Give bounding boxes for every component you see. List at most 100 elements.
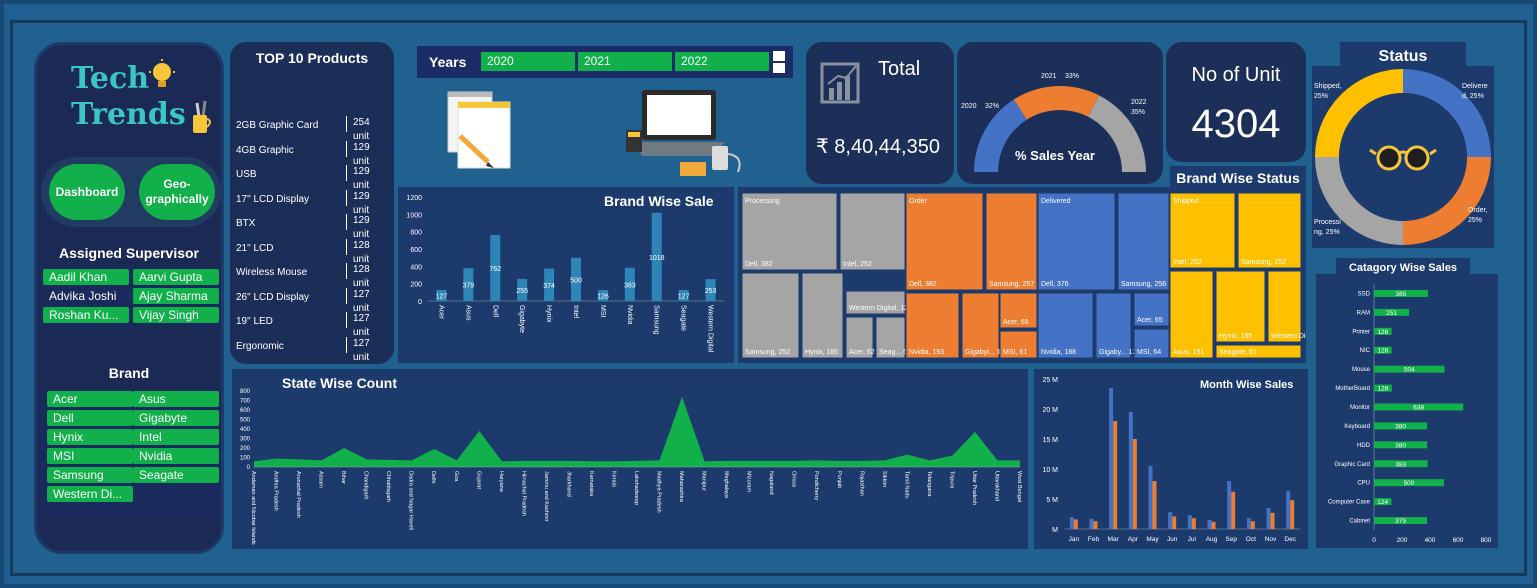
slicer-item-brand[interactable]: Gigabyte: [133, 410, 219, 426]
lightbulb-icon: [149, 59, 175, 87]
slicer-item-brand[interactable]: Seagate: [133, 467, 219, 483]
data-label: 380: [1395, 423, 1406, 430]
sales-year-title: % Sales Year: [1015, 148, 1095, 163]
x-tick-label: Aug: [1206, 536, 1218, 543]
units-label: No of Unit: [1191, 64, 1281, 86]
x-tick-label: Rajasthan: [858, 471, 864, 496]
y-tick-label: Monitor: [1350, 405, 1370, 411]
data-label: 638: [1413, 405, 1424, 412]
slicer-item-brand[interactable]: Samsung: [47, 467, 133, 483]
supervisor-slicer: Aadil Khan Aarvi Gupta Advika Joshi Ajay…: [39, 267, 221, 327]
y-tick-label: 700: [240, 399, 251, 405]
y-tick-label: RAM: [1357, 310, 1370, 316]
notepad-pencil-icon: [447, 91, 511, 169]
total-kpi-card: Total ₹ 8,40,44,350: [806, 42, 954, 184]
product-name: 26" LCD Display: [236, 291, 310, 303]
bar: [1191, 518, 1196, 529]
bar: [1290, 500, 1295, 529]
slicer-item-brand[interactable]: MSI: [47, 448, 133, 464]
x-tick-label: Chhattisgarh: [385, 471, 391, 502]
top-product-row: 19" LED 127 unit: [236, 312, 388, 338]
bar: [1172, 516, 1177, 529]
slicer-item-supervisor[interactable]: Aadil Khan: [43, 269, 129, 285]
treemap-cell-label: Hynix, 185: [805, 349, 838, 356]
slicer-item-supervisor[interactable]: Vijay Singh: [133, 307, 219, 323]
geographically-button[interactable]: Geo- graphically: [139, 164, 215, 220]
x-tick-label: Jun: [1167, 536, 1178, 543]
x-tick-label: Sep: [1225, 536, 1237, 543]
gauge-label-year: 2022: [1131, 99, 1147, 106]
treemap-cell: [801, 272, 844, 359]
year-option-2021[interactable]: 2021: [578, 52, 672, 71]
slicer-item-brand[interactable]: Intel: [133, 429, 219, 445]
status-label: Delivere: [1462, 83, 1488, 90]
y-tick-label: 15 M: [1042, 437, 1058, 444]
scroll-up-button[interactable]: [773, 51, 785, 61]
slicer-item-brand[interactable]: Acer: [47, 391, 133, 407]
supervisor-title: Assigned Supervisor: [58, 245, 200, 261]
bar: [1089, 518, 1094, 529]
top-product-row: 21" LCD 128 unit: [236, 238, 388, 265]
data-label: 762: [489, 266, 501, 273]
y-tick-label: MotherBoard: [1335, 386, 1370, 392]
x-tick-label: Goa: [453, 471, 459, 482]
slicer-item-brand[interactable]: Dell: [47, 410, 133, 426]
y-tick-label: NIC: [1360, 348, 1371, 354]
data-label: 500: [1404, 480, 1415, 487]
gauge-label-pct: 35%: [1131, 109, 1145, 116]
product-name: 19" LED: [236, 316, 273, 327]
x-tick-label: Chandigarh: [363, 471, 369, 499]
y-tick-label: 400: [240, 427, 251, 433]
top-product-row: 4GB Graphic 129 unit: [236, 140, 388, 167]
y-tick-label: 0: [418, 299, 422, 306]
status-label: 25%: [1314, 93, 1328, 100]
slicer-item-brand[interactable]: Hynix: [47, 429, 133, 445]
brand-status-title: Brand Wise Status: [1176, 170, 1300, 186]
treemap-cell-label: Nvidia, 193: [909, 349, 944, 356]
slicer-item-brand[interactable]: Western Di...: [47, 486, 133, 502]
x-tick-label: Himachal Pradesh: [520, 471, 526, 516]
x-tick-label: Jul: [1188, 536, 1197, 543]
x-tick-label: Uttarakhand: [993, 471, 999, 501]
x-tick-label: Apr: [1128, 536, 1139, 543]
x-tick-label: Tripura: [948, 471, 954, 489]
product-name: 21" LCD: [236, 242, 274, 254]
x-tick-label: Gigabyte: [518, 305, 525, 333]
x-tick-label: Assam: [318, 471, 324, 488]
slicer-item-supervisor[interactable]: Aarvi Gupta: [133, 269, 219, 285]
treemap-cell-label: Acer, 62: [849, 349, 875, 356]
data-label: 383: [1395, 461, 1406, 468]
y-tick-label: 25 M: [1042, 377, 1058, 384]
product-name: 4GB Graphic: [236, 144, 294, 156]
x-tick-label: Bihar: [340, 471, 346, 484]
slicer-item-supervisor[interactable]: Roshan Ku...: [43, 307, 129, 323]
slicer-item-supervisor[interactable]: Advika Joshi: [43, 288, 129, 304]
x-tick-label: MSI: [599, 305, 606, 318]
x-tick-label: Asus: [464, 305, 471, 321]
x-tick-label: Punjab: [836, 471, 842, 488]
y-tick-label: Graphic Card: [1334, 462, 1370, 468]
years-slicer: Years 2020 2021 2022: [417, 46, 793, 78]
brand-sale-svg: 0 200 400 600 800 1000 1200 127 Acer 379 Asus 762 De…: [406, 195, 724, 353]
treemap-cell: [905, 192, 984, 291]
x-tick-label: Hynix: [545, 305, 552, 323]
x-tick-label: Mar: [1108, 536, 1120, 543]
category-title: Catagory Wise Sales: [1348, 262, 1458, 274]
month-wise-svg: M 5 M 10 M 15 M 20 M 25 M Jan Feb Mar Apr May Jun Ju…: [1042, 377, 1300, 543]
x-tick-label: Uttar Pradesh: [971, 471, 977, 505]
treemap-cell-label: Samsung, 252: [1241, 259, 1286, 266]
state-wise-svg: 0100200300400500600700800Andaman and Nic…: [240, 389, 1022, 545]
y-tick-label: HDD: [1357, 443, 1371, 449]
year-option-2020[interactable]: 2020: [481, 52, 575, 71]
area-series: [254, 396, 1020, 467]
slicer-item-brand[interactable]: Nvidia: [133, 448, 219, 464]
y-tick-label: 400: [410, 264, 422, 271]
slicer-item-brand[interactable]: Asus: [133, 391, 219, 407]
scroll-down-button[interactable]: [773, 63, 785, 73]
dashboard-button[interactable]: Dashboard: [49, 164, 125, 220]
treemap-cell-label: Samsung, 257: [989, 281, 1034, 288]
year-option-2022[interactable]: 2022: [675, 52, 769, 71]
data-label: 374: [543, 283, 555, 290]
x-tick-label: Jan: [1069, 536, 1080, 543]
slicer-item-supervisor[interactable]: Ajay Sharma: [133, 288, 219, 304]
